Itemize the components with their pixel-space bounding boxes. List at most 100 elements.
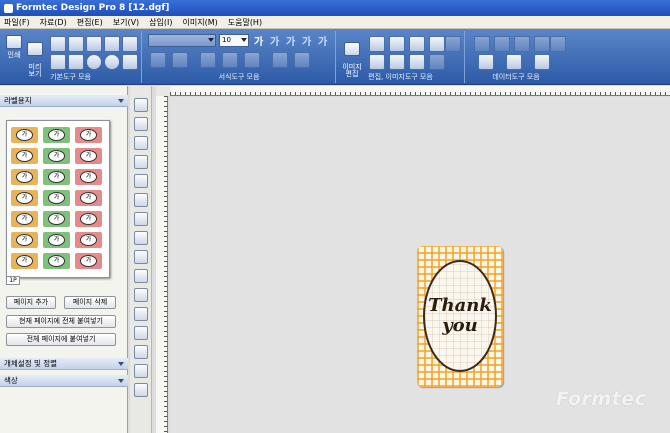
- shadow-text-button[interactable]: 가: [318, 33, 327, 48]
- vertical-ruler: [156, 96, 168, 433]
- align-bottom-icon[interactable]: [244, 52, 260, 68]
- menu-insert[interactable]: 삽입(I): [149, 17, 172, 28]
- select-pointer-icon[interactable]: [134, 98, 148, 112]
- zoom-fit-icon[interactable]: [122, 54, 138, 70]
- open-file-icon[interactable]: [68, 36, 84, 52]
- label-thumbnail-oval: 가: [48, 150, 65, 162]
- data-first-icon[interactable]: [534, 36, 550, 52]
- data-folder-icon[interactable]: [506, 54, 522, 70]
- data-table-icon[interactable]: [478, 54, 494, 70]
- bold-button[interactable]: 가: [254, 33, 263, 48]
- italic-button[interactable]: 가: [270, 33, 279, 48]
- label-thumbnail-cell: 가: [43, 127, 70, 143]
- data-prev-icon[interactable]: [494, 36, 510, 52]
- qrcode-icon[interactable]: [134, 193, 148, 207]
- data-next-icon[interactable]: [514, 36, 530, 52]
- font-size-select[interactable]: 10: [219, 34, 249, 47]
- crop-icon[interactable]: [134, 117, 148, 131]
- label-thumbnail-cell: 가: [43, 253, 70, 269]
- image-insert-icon[interactable]: [134, 136, 148, 150]
- text-tool-icon[interactable]: [134, 155, 148, 169]
- undo-icon[interactable]: [369, 54, 385, 70]
- flip-icon[interactable]: [429, 54, 445, 70]
- gradient-icon[interactable]: [134, 307, 148, 321]
- picture-icon[interactable]: [134, 364, 148, 378]
- import-icon[interactable]: [122, 36, 138, 52]
- font-family-select[interactable]: [148, 34, 216, 47]
- object-settings-header[interactable]: 개체설정 및 정렬: [0, 358, 128, 370]
- preview-button[interactable]: 미리 보기: [24, 33, 46, 78]
- label-thumbnail-cell: 가: [11, 253, 38, 269]
- align-left-icon[interactable]: [150, 52, 166, 68]
- align-middle-icon[interactable]: [222, 52, 238, 68]
- indent-icon[interactable]: [272, 52, 288, 68]
- table-tool-icon[interactable]: [134, 288, 148, 302]
- data-link-icon[interactable]: [474, 36, 490, 52]
- new-file-icon[interactable]: [50, 36, 66, 52]
- left-panel: 라벨용지 가가가가가가가가가가가가가가가가가가가가가 1P 페이지 추가 페이지…: [0, 86, 128, 433]
- label-thumbnail-cell: 가: [11, 211, 38, 227]
- copy-icon[interactable]: [369, 36, 385, 52]
- label-paper-header[interactable]: 라벨용지: [0, 95, 128, 107]
- shape-tool-icon[interactable]: [134, 269, 148, 283]
- cut-icon[interactable]: [409, 36, 425, 52]
- label-thumbnail-oval: 가: [48, 171, 65, 183]
- save-icon[interactable]: [86, 36, 102, 52]
- page-tab-1[interactable]: 1P: [6, 276, 20, 285]
- menu-view[interactable]: 보기(V): [113, 17, 139, 28]
- folder-icon[interactable]: [68, 54, 84, 70]
- label-thumbnail-oval: 가: [80, 213, 97, 225]
- label-thumbnail-oval: 가: [16, 129, 33, 141]
- stamp-icon[interactable]: [134, 383, 148, 397]
- image-edit-button[interactable]: 이미지 편집: [341, 33, 363, 78]
- outdent-icon[interactable]: [294, 52, 310, 68]
- trash-icon[interactable]: [445, 36, 461, 52]
- menu-file[interactable]: 파일(F): [4, 17, 30, 28]
- paste-icon[interactable]: [389, 36, 405, 52]
- paste-all-pages-button[interactable]: 전체 페이지에 붙여넣기: [6, 333, 116, 346]
- menu-bar: 파일(F) 자료(D) 편집(E) 보기(V) 삽입(I) 이미지(M) 도움말…: [0, 16, 670, 29]
- card-oval-frame: Thank you: [423, 260, 497, 372]
- delete-icon[interactable]: [429, 36, 445, 52]
- print-button[interactable]: 인쇄: [3, 33, 25, 67]
- barcode-icon[interactable]: [134, 212, 148, 226]
- format-tools-label: 서식도구 모음: [218, 73, 260, 81]
- label-card[interactable]: Thank you: [417, 246, 503, 387]
- chevron-down-icon: [118, 362, 124, 366]
- label-sheet-thumbnail[interactable]: 가가가가가가가가가가가가가가가가가가가가가: [6, 120, 110, 278]
- menu-image[interactable]: 이미지(M): [183, 17, 218, 28]
- menu-help[interactable]: 도움말(H): [228, 17, 262, 28]
- label-thumbnail-oval: 가: [80, 234, 97, 246]
- align-top-icon[interactable]: [200, 52, 216, 68]
- label-paper-title: 라벨용지: [4, 96, 32, 105]
- data-search-icon[interactable]: [534, 54, 550, 70]
- fill-icon[interactable]: [134, 345, 148, 359]
- underline-button[interactable]: 가: [286, 33, 295, 48]
- line-tool-icon[interactable]: [134, 250, 148, 264]
- arrange-icon[interactable]: [134, 326, 148, 340]
- menu-data[interactable]: 자료(D): [40, 17, 67, 28]
- chevron-down-icon: [118, 99, 124, 103]
- edit-file-icon[interactable]: [50, 54, 66, 70]
- align-center-icon[interactable]: [172, 52, 188, 68]
- rotate-icon[interactable]: [409, 54, 425, 70]
- redo-icon[interactable]: [389, 54, 405, 70]
- serial-number-icon[interactable]: [134, 231, 148, 245]
- label-thumbnail-cell: 가: [43, 148, 70, 164]
- chevron-down-icon: [241, 38, 247, 42]
- add-page-button[interactable]: 페이지 추가: [6, 296, 56, 309]
- color-header[interactable]: 색상: [0, 375, 128, 387]
- menu-edit[interactable]: 편집(E): [77, 17, 103, 28]
- data-last-icon[interactable]: [550, 36, 566, 52]
- zoom-in-icon[interactable]: [86, 54, 102, 70]
- horizontal-ruler: [170, 86, 670, 96]
- basic-tools-label: 기본도구 모음: [50, 73, 91, 81]
- zoom-out-icon[interactable]: [104, 54, 120, 70]
- clipart-icon[interactable]: [134, 174, 148, 188]
- strikethrough-button[interactable]: 가: [302, 33, 311, 48]
- paste-current-page-button[interactable]: 현재 페이지에 전체 붙여넣기: [6, 315, 116, 328]
- delete-page-button[interactable]: 페이지 삭제: [64, 296, 116, 309]
- design-canvas[interactable]: Thank you: [170, 97, 670, 433]
- export-icon[interactable]: [104, 36, 120, 52]
- label-thumbnail-cell: 가: [75, 127, 102, 143]
